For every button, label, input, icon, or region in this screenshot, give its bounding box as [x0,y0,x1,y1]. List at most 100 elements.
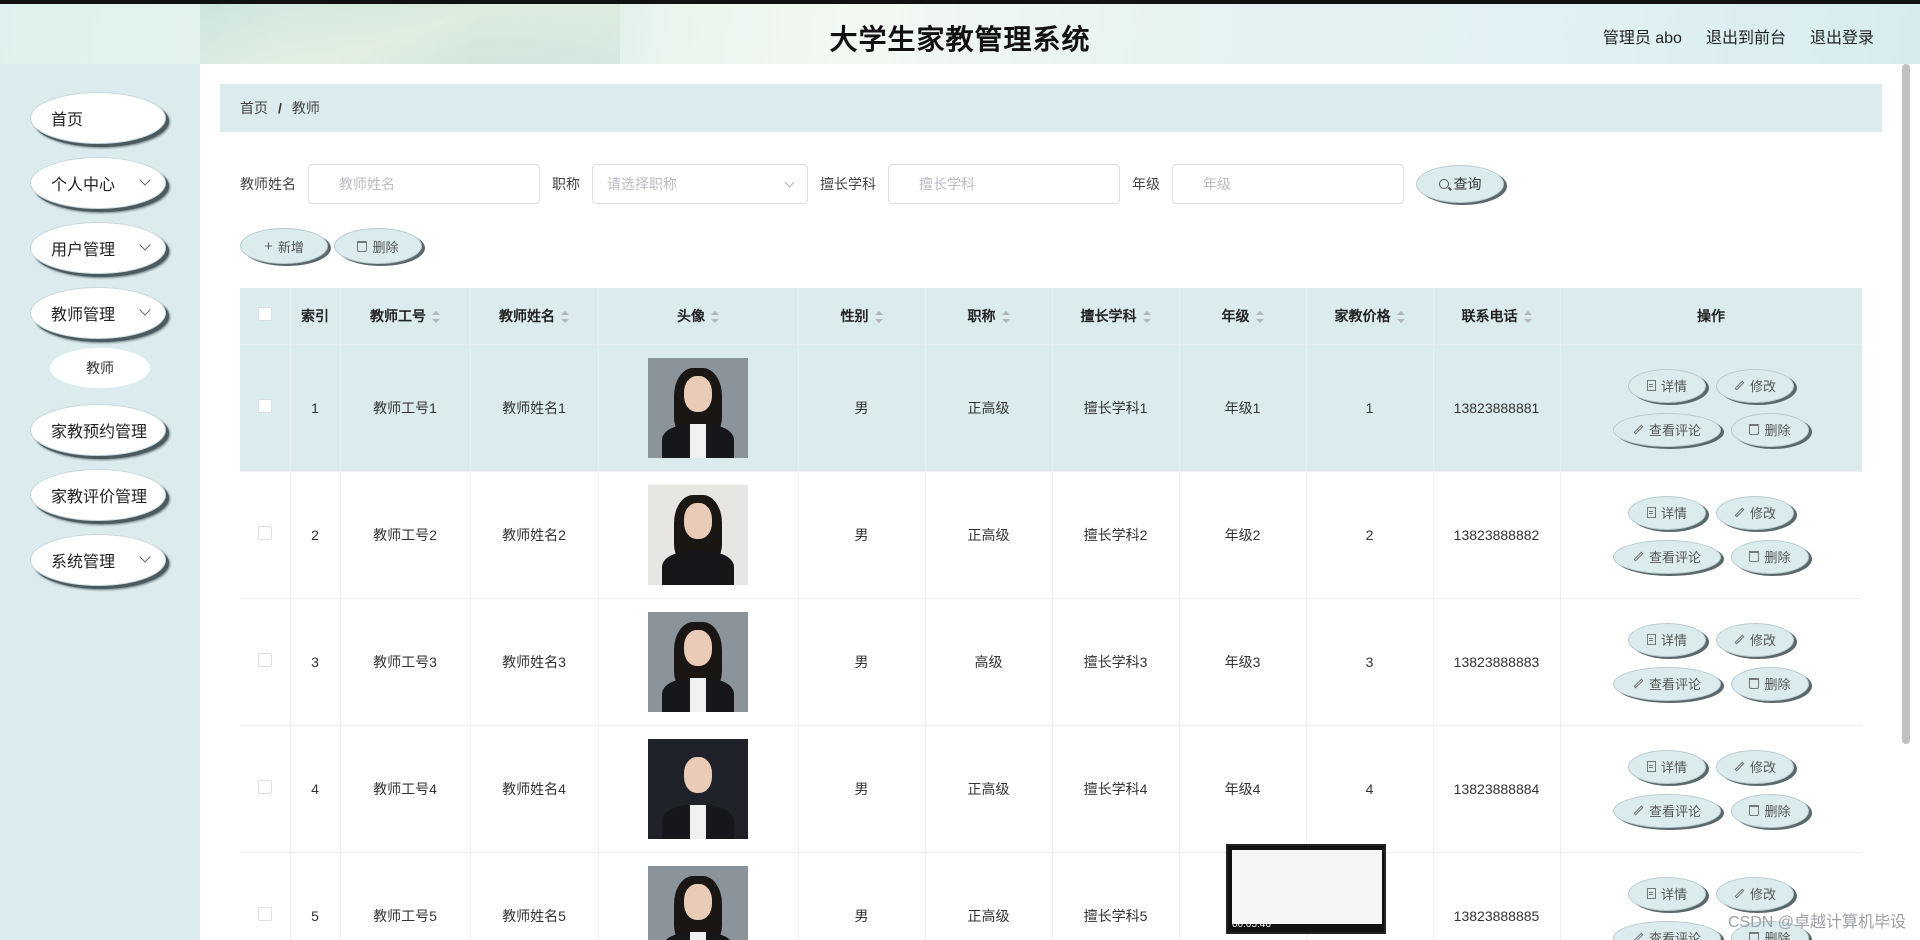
table-row: 3 教师工号3 教师姓名3 男 高级 擅长学科3 年级3 3 138238888… [240,598,1862,726]
teacher-name-cell: 教师姓名1 [470,344,599,472]
column-header[interactable]: 职称 [925,288,1053,345]
sidebar-item-appointment-management[interactable]: 家教预约管理 [30,404,166,456]
select-all-cell [240,288,291,345]
avatar-cell [598,344,799,472]
column-header[interactable]: 年级 [1179,288,1307,345]
edit-label: 修改 [1749,633,1776,648]
batch-delete-label: 删除 [372,239,399,255]
avatar[interactable] [648,738,748,839]
avatar[interactable] [648,357,748,458]
column-header[interactable]: 家教价格 [1306,288,1434,345]
admin-user-link[interactable]: 管理员 abo [1603,24,1682,48]
view-reviews-button[interactable]: 查看评论 [1613,666,1721,701]
sidebar-item-user-management[interactable]: 用户管理 [30,222,166,274]
detail-button[interactable]: 详情 [1628,749,1706,784]
sidebar-subitem-teacher[interactable]: 教师 [50,348,150,388]
sort-icon[interactable] [874,311,883,324]
avatar-shirt [690,804,706,839]
delete-button[interactable]: 删除 [1731,412,1809,447]
delete-button[interactable]: 删除 [1731,539,1809,574]
exit-to-frontend-link[interactable]: 退出到前台 [1706,24,1786,48]
price-cell: 2 [1306,471,1434,599]
view-reviews-button[interactable]: 查看评论 [1613,920,1721,940]
delete-label: 删除 [1764,677,1791,692]
avatar[interactable] [648,865,748,940]
view-reviews-label: 查看评论 [1648,804,1701,819]
gender-cell: 男 [798,598,926,726]
sidebar-item-personal-center[interactable]: 个人中心 [30,157,166,209]
row-checkbox[interactable] [257,907,272,921]
sidebar-item-teacher-management[interactable]: 教师管理 [30,287,166,339]
edit-button[interactable]: 修改 [1716,495,1794,530]
sort-icon[interactable] [432,311,440,324]
title-select[interactable]: 请选择职称 [592,164,808,204]
add-button[interactable]: + 新增 [240,228,328,264]
index-cell: 3 [290,598,341,726]
view-reviews-button[interactable]: 查看评论 [1613,539,1721,574]
column-header-label: 头像 [677,307,705,324]
subject-input[interactable] [888,164,1120,204]
page-scrollbar[interactable] [1902,64,1910,744]
edit-button[interactable]: 修改 [1716,368,1794,403]
avatar-face [684,502,712,539]
detail-button[interactable]: 详情 [1628,495,1706,530]
price-cell: 4 [1306,725,1434,853]
delete-button[interactable]: 删除 [1731,793,1809,828]
ops-cell: 详情 修改 查看评论 删除 [1560,344,1862,472]
subject-cell: 擅长学科3 [1052,598,1180,726]
sort-icon[interactable] [711,311,719,324]
sidebar-item-system-management[interactable]: 系统管理 [30,534,166,586]
sort-icon[interactable] [1001,311,1010,324]
row-checkbox[interactable] [257,399,272,413]
row-select-cell [240,471,291,599]
column-header[interactable]: 教师工号 [340,288,471,345]
title-cell: 正高级 [925,471,1053,599]
view-reviews-button[interactable]: 查看评论 [1613,793,1721,828]
logout-link[interactable]: 退出登录 [1810,24,1874,48]
row-checkbox[interactable] [257,653,272,667]
column-header[interactable]: 性别 [798,288,926,345]
edit-button[interactable]: 修改 [1716,876,1794,911]
sort-icon[interactable] [561,311,569,324]
edit-button[interactable]: 修改 [1716,622,1794,657]
table-row: 1 教师工号1 教师姓名1 男 正高级 擅长学科1 年级1 1 13823888… [240,344,1862,472]
batch-delete-button[interactable]: 删除 [334,228,422,264]
column-header[interactable]: 联系电话 [1433,288,1561,345]
row-checkbox[interactable] [257,780,272,794]
teacher-name-input[interactable] [308,164,540,204]
sidebar-item-home[interactable]: 首页 [30,92,166,144]
column-header[interactable]: 擅长学科 [1052,288,1180,345]
select-all-checkbox[interactable] [257,307,272,322]
query-button[interactable]: 查询 [1416,165,1504,203]
column-header[interactable]: 头像 [598,288,799,345]
sidebar-item-review-management[interactable]: 家教评价管理 [30,469,166,521]
phone-cell: 13823888883 [1433,598,1561,726]
avatar[interactable] [648,611,748,712]
breadcrumb-home[interactable]: 首页 [240,98,268,118]
teacher-id-cell: 教师工号2 [340,471,471,599]
sidebar-item-label: 家教评价管理 [51,489,148,506]
sort-icon[interactable] [1142,311,1151,324]
sort-icon[interactable] [1523,311,1532,324]
column-header[interactable]: 教师姓名 [470,288,599,345]
sort-icon[interactable] [1396,311,1405,324]
teacher-name-field [308,164,540,204]
gender-cell: 男 [798,471,926,599]
subject-cell: 擅长学科2 [1052,471,1180,599]
view-reviews-button[interactable]: 查看评论 [1613,412,1721,447]
sort-icon[interactable] [1255,311,1264,324]
edit-button[interactable]: 修改 [1716,749,1794,784]
trash-icon [1749,678,1760,689]
detail-button[interactable]: 详情 [1628,368,1706,403]
grade-input[interactable] [1172,164,1404,204]
delete-button[interactable]: 删除 [1731,666,1809,701]
row-select-cell [240,344,291,472]
avatar[interactable] [648,484,748,585]
video-thumbnail-overlay[interactable]: 00:05:46 [1226,844,1386,934]
detail-button[interactable]: 详情 [1628,876,1706,911]
detail-button[interactable]: 详情 [1628,622,1706,657]
detail-label: 详情 [1660,506,1687,521]
edit-icon [1734,507,1745,518]
plus-icon: + [264,237,273,255]
row-checkbox[interactable] [257,526,272,540]
